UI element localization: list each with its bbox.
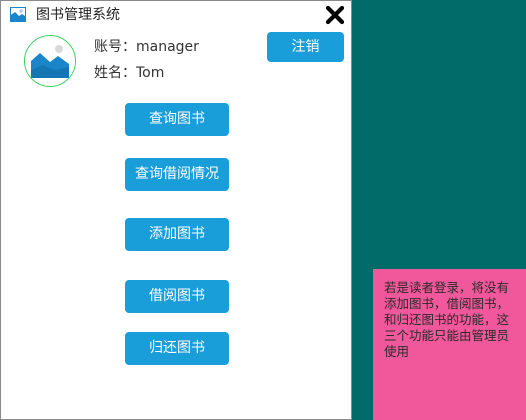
annotation-note: 若是读者登录，将没有添加图书，借阅图书，和归还图书的功能，这三个功能只能由管理员… (373, 269, 526, 420)
title-bar: 图书管理系统 (1, 1, 351, 29)
close-icon[interactable] (323, 3, 347, 27)
image-placeholder-icon (25, 36, 75, 86)
app-window: 图书管理系统 账号：manager 姓名：Tom 注销 查询图书 查询借阅情况 … (0, 0, 352, 420)
account-label: 账号：manager (94, 39, 199, 55)
borrow-book-button[interactable]: 借阅图书 (125, 280, 229, 313)
annotation-text: 若是读者登录，将没有添加图书，借阅图书，和归还图书的功能，这三个功能只能由管理员… (384, 280, 510, 359)
query-books-button[interactable]: 查询图书 (125, 103, 229, 136)
avatar (24, 35, 76, 87)
query-borrow-status-button[interactable]: 查询借阅情况 (125, 158, 229, 191)
window-title: 图书管理系统 (36, 7, 120, 23)
image-icon (10, 7, 26, 22)
name-label: 姓名：Tom (94, 65, 165, 81)
logout-button[interactable]: 注销 (267, 32, 344, 62)
return-book-button[interactable]: 归还图书 (125, 332, 229, 365)
add-book-button[interactable]: 添加图书 (125, 218, 229, 251)
